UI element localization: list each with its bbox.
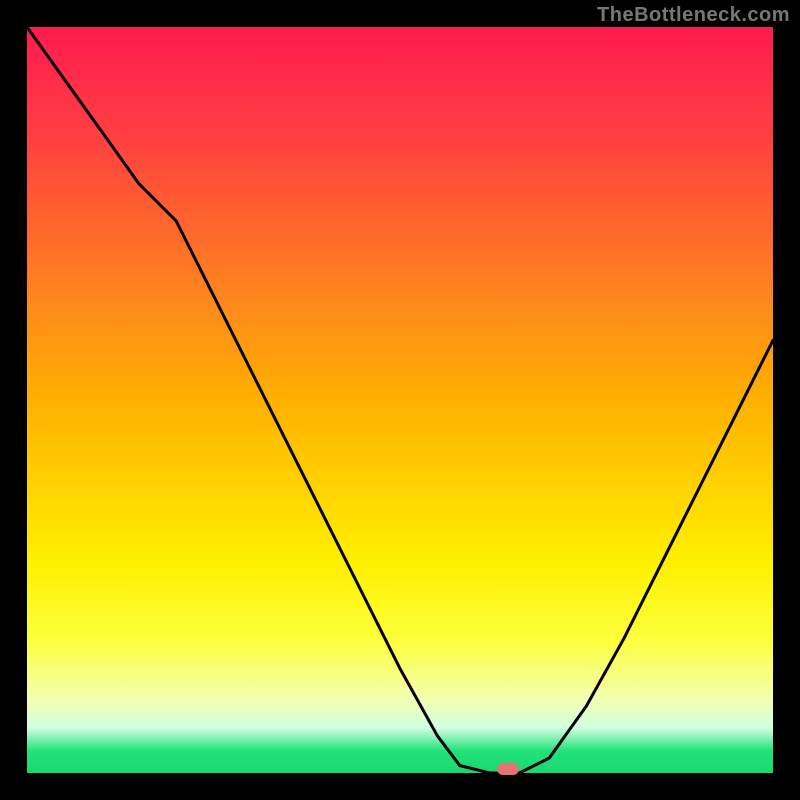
- plot-area: [27, 27, 773, 773]
- curve-svg: [27, 27, 773, 773]
- chart-frame: TheBottleneck.com: [0, 0, 800, 800]
- watermark-label: TheBottleneck.com: [597, 4, 790, 27]
- bottleneck-curve: [27, 27, 773, 773]
- optimum-marker: [497, 763, 519, 775]
